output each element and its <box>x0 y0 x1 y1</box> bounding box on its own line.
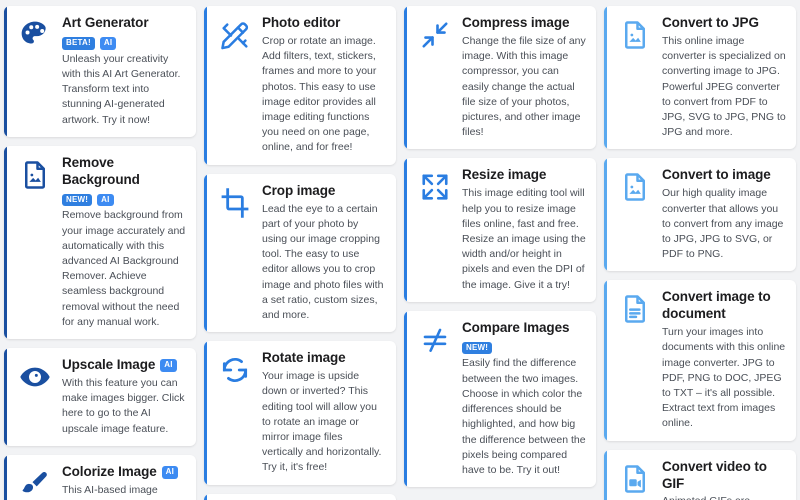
tool-card-body: Convert to JPG This online image converte… <box>662 15 786 140</box>
eye-icon <box>17 359 53 395</box>
tool-card-watermark-image[interactable]: Watermark imageWith this online photo ed… <box>204 493 396 500</box>
compress-arrows-icon <box>417 17 453 53</box>
tool-card-title: Rotate image <box>262 350 346 366</box>
tool-card-description: Our high quality image converter that al… <box>662 187 784 261</box>
tool-card-title-line: Convert image to document <box>662 289 786 323</box>
tool-card-convert-to-jpg[interactable]: Convert to JPG This online image converte… <box>604 6 796 150</box>
tool-card-title-line: Remove Background NEW! AI <box>62 155 186 207</box>
tool-card-title: Art Generator <box>62 15 149 30</box>
tool-card-body: Compare Images NEW! Easily find the differ… <box>462 320 586 478</box>
tool-card-title-line: Convert video to GIF <box>662 459 786 493</box>
tool-card-description: Easily find the difference between the t… <box>462 357 586 477</box>
tool-card-title-line: Art Generator BETA! AI <box>62 15 186 50</box>
tool-card-title-line: Crop image <box>262 183 386 200</box>
tool-card-description: Remove background from your image accura… <box>62 209 186 328</box>
badge-ai: AI <box>160 359 177 372</box>
tool-card-title: Convert video to GIF <box>662 458 767 491</box>
tool-card-crop-image[interactable]: Crop image Lead the eye to a certain part… <box>204 173 396 333</box>
tool-card-body: Convert image to document Turn your image… <box>662 289 786 431</box>
tool-card-photo-editor[interactable]: Photo editor Crop or rotate an image. Add… <box>204 6 396 165</box>
image-document-icon <box>617 17 653 53</box>
tool-card-body: Convert video to GIF Animated GIFs are am… <box>662 459 786 500</box>
tool-card-body: Resize image This image editing tool will… <box>462 167 586 292</box>
tool-card-convert-to-image[interactable]: Convert to image Our high quality image c… <box>604 158 796 272</box>
tool-card-convert-video-to-gif[interactable]: Convert video to GIF Animated GIFs are am… <box>604 449 796 500</box>
tool-card-description: This image editing tool will help you to… <box>462 187 586 291</box>
badge-ai: AI <box>97 193 114 207</box>
badge-new: NEW! <box>462 341 493 355</box>
tool-card-description: Change the file size of any image. With … <box>462 34 586 139</box>
tool-card-title-line: Compress image <box>462 15 586 32</box>
palette-icon <box>17 17 53 53</box>
tools-column-2: Photo editor Crop or rotate an image. Add… <box>204 6 396 500</box>
tool-card-body: Upscale Image AI With this feature you can… <box>62 357 186 437</box>
tool-card-description: Your image is upside down or inverted? T… <box>262 370 382 474</box>
tools-grid: Art Generator BETA! AI Unleash your creativ… <box>0 0 800 500</box>
tool-card-title-line: Convert to image <box>662 167 786 184</box>
tool-card-title: Resize image <box>462 167 547 183</box>
tool-card-description: This AI-based image colorizer will help … <box>62 483 162 500</box>
tool-card-description: Turn your images into documents with thi… <box>662 326 786 430</box>
tool-card-body: Colorize Image AI This AI-based image colo… <box>62 464 186 500</box>
paintbrush-icon <box>17 466 53 500</box>
tool-card-title: Convert to JPG <box>662 15 759 30</box>
tool-card-art-generator[interactable]: Art Generator BETA! AI Unleash your creativ… <box>4 6 196 137</box>
tool-card-description: With this feature you can make images bi… <box>62 376 185 435</box>
tool-card-title: Convert image to document <box>662 289 771 322</box>
tool-card-title-line: Convert to JPG <box>662 15 786 32</box>
tool-card-title: Photo editor <box>262 15 341 30</box>
tool-card-title-line: Photo editor <box>262 15 386 32</box>
tool-card-description: This online image converter is specializ… <box>662 34 786 139</box>
tool-card-title-line: Rotate image <box>262 350 386 367</box>
tools-column-4: Convert to JPG This online image converte… <box>604 6 796 500</box>
tool-card-title-line: Upscale Image AI <box>62 357 186 374</box>
tool-card-title: Remove Background <box>62 154 140 187</box>
tool-card-title-line: Resize image <box>462 167 586 184</box>
tool-card-description: Lead the eye to a certain part of your p… <box>262 202 384 322</box>
tools-column-3: Compress image Change the file size of an… <box>404 6 596 488</box>
expand-arrows-icon <box>417 169 453 205</box>
tool-card-title: Compress image <box>462 15 570 30</box>
video-document-icon <box>617 461 653 497</box>
tool-card-resize-image[interactable]: Resize image This image editing tool will… <box>404 158 596 302</box>
tool-card-remove-background[interactable]: Remove Background NEW! AI Remove background… <box>4 145 196 340</box>
tool-card-title-line: Colorize Image AI <box>62 464 186 481</box>
tool-card-body: Remove Background NEW! AI Remove background… <box>62 155 186 330</box>
tool-card-title: Crop image <box>262 182 336 198</box>
badge-ai: AI <box>99 36 117 50</box>
tool-card-colorize-image[interactable]: Colorize Image AI This AI-based image colo… <box>4 454 196 500</box>
pen-ruler-icon <box>217 17 253 53</box>
tool-card-description: Animated GIFs are amazing and now you ca… <box>662 494 786 500</box>
image-document-icon <box>17 157 53 193</box>
tool-card-rotate-image[interactable]: Rotate image Your image is upside down or… <box>204 341 396 485</box>
tool-card-upscale-image[interactable]: Upscale Image AI With this feature you can… <box>4 348 196 446</box>
tool-card-title: Convert to image <box>662 167 771 183</box>
tool-card-body: Art Generator BETA! AI Unleash your creativ… <box>62 15 186 128</box>
tools-column-1: Art Generator BETA! AI Unleash your creativ… <box>4 6 196 500</box>
tool-card-body: Rotate image Your image is upside down or… <box>262 350 386 475</box>
tool-card-title: Colorize Image <box>62 463 157 479</box>
text-document-icon <box>617 291 653 327</box>
tool-card-description: Crop or rotate an image. Add filters, te… <box>262 34 377 154</box>
tool-card-body: Crop image Lead the eye to a certain part… <box>262 183 386 324</box>
crop-icon <box>217 185 253 221</box>
tool-card-title: Compare Images <box>462 319 570 335</box>
tool-card-body: Photo editor Crop or rotate an image. Add… <box>262 15 386 156</box>
tool-card-body: Convert to image Our high quality image c… <box>662 167 786 262</box>
tool-card-title-line: Compare Images NEW! <box>462 320 586 355</box>
tool-card-description: Unleash your creativity with this AI Art… <box>62 52 181 126</box>
tool-card-title: Upscale Image <box>62 357 156 373</box>
tool-card-compare-images[interactable]: Compare Images NEW! Easily find the differ… <box>404 310 596 488</box>
tool-card-body: Compress image Change the file size of an… <box>462 15 586 140</box>
rotate-icon <box>217 352 253 388</box>
tool-card-convert-image-to-document[interactable]: Convert image to document Turn your image… <box>604 280 796 441</box>
badge-beta: BETA! <box>62 36 95 50</box>
tool-card-compress-image[interactable]: Compress image Change the file size of an… <box>404 6 596 150</box>
image-document-icon <box>617 169 653 205</box>
badge-ai: AI <box>161 465 179 479</box>
not-equal-icon <box>417 322 453 358</box>
badge-new: NEW! <box>62 193 93 207</box>
